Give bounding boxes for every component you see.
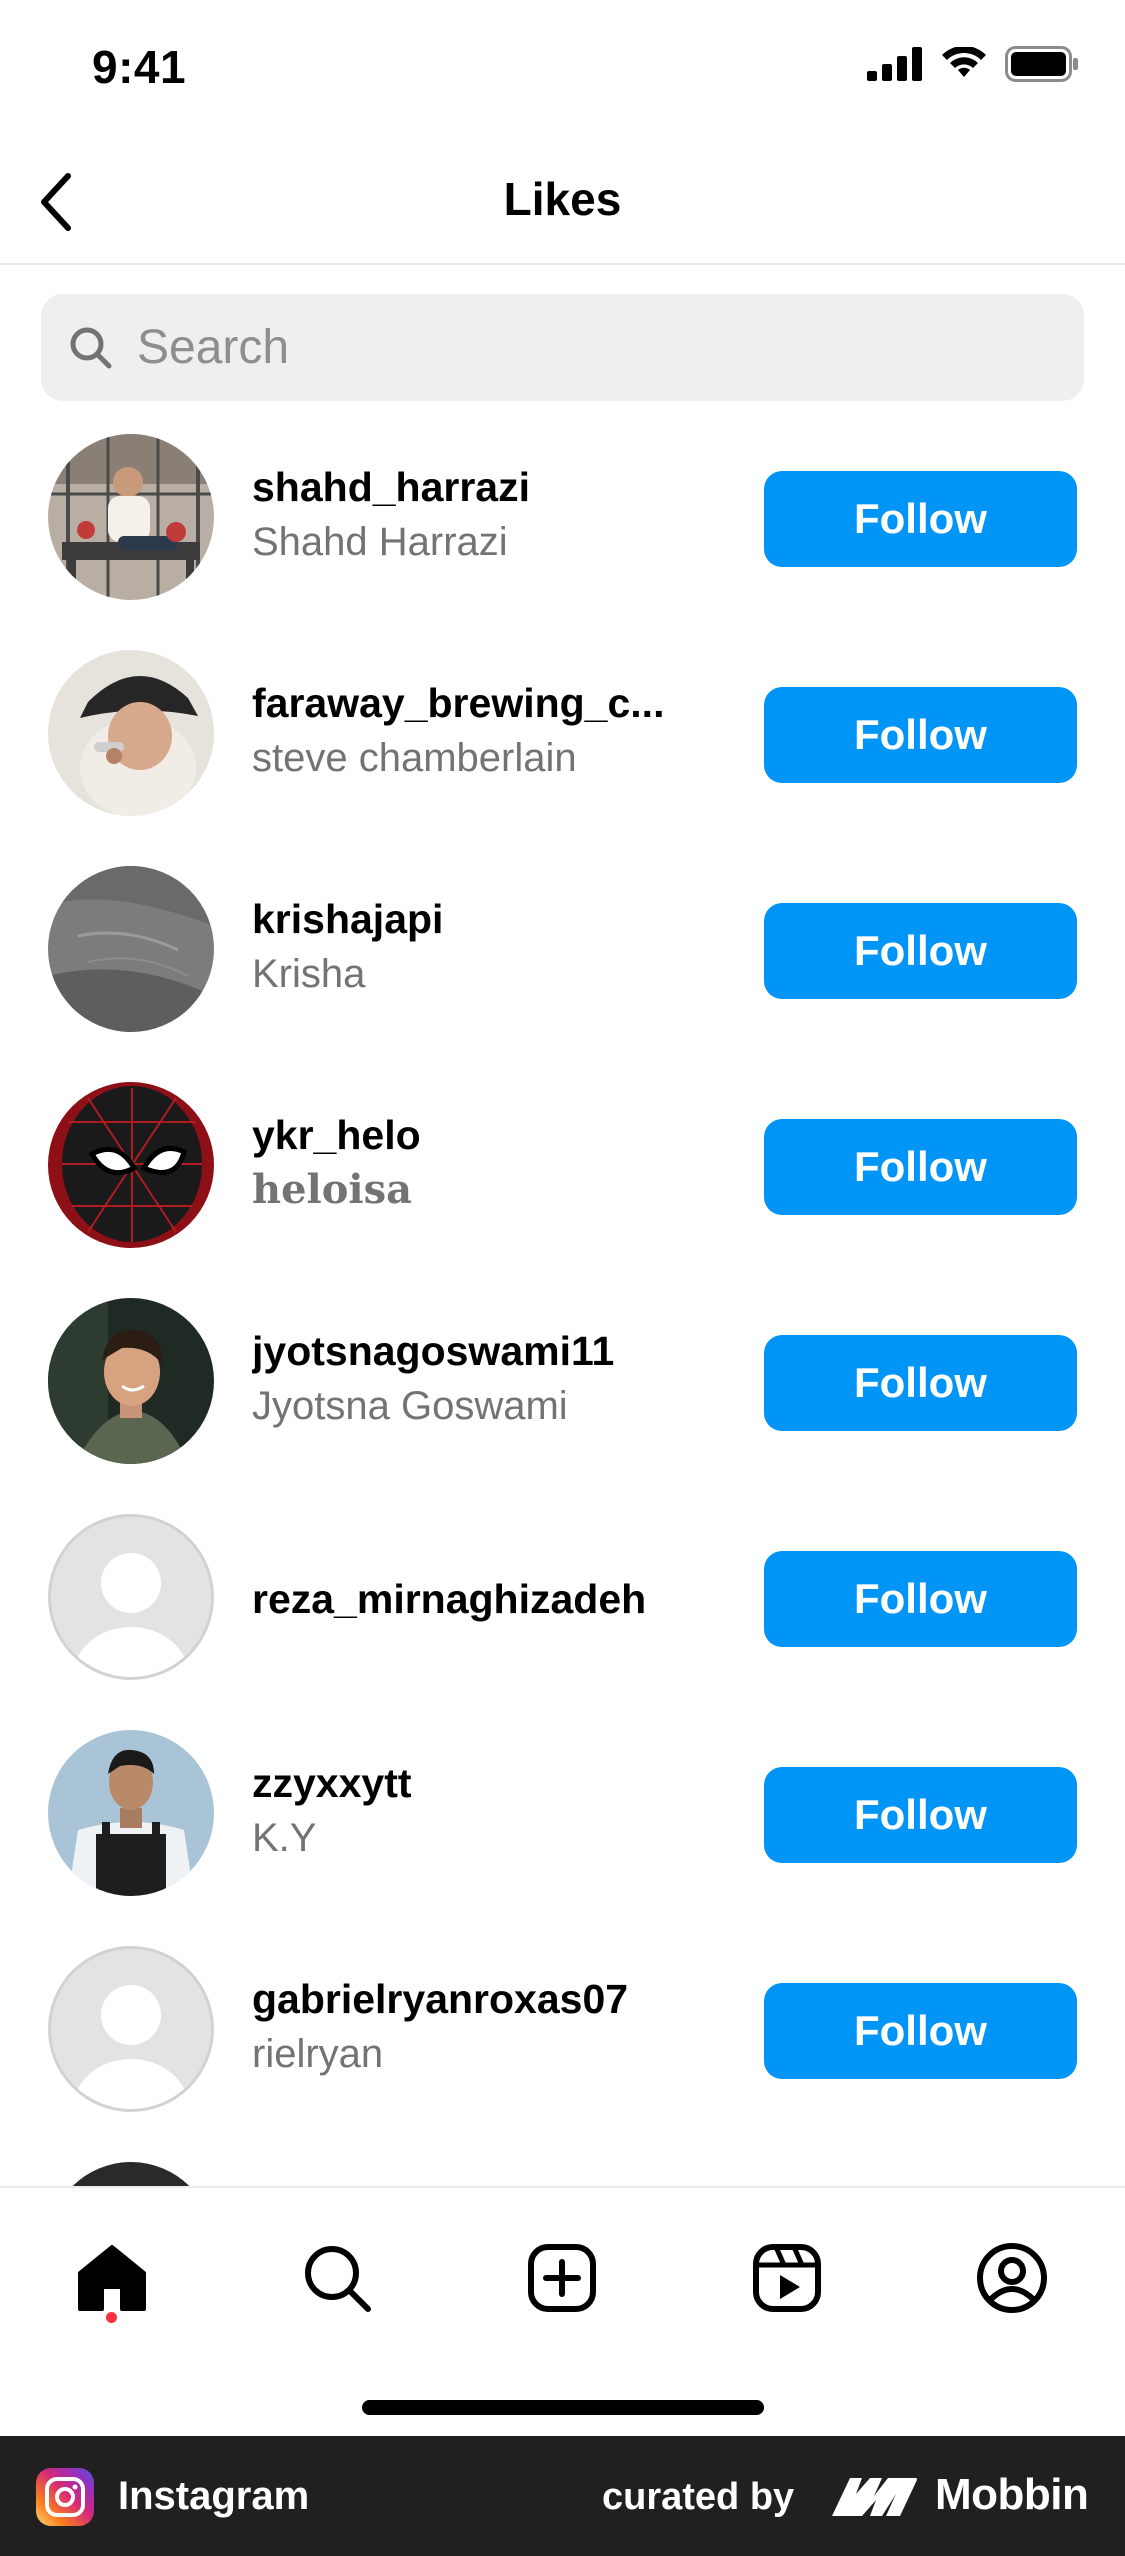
nav-header: Likes xyxy=(0,140,1125,265)
user-names: krishajapi Krisha xyxy=(252,892,692,1002)
user-names: zzyxxytt K.Y xyxy=(252,1756,692,1866)
username[interactable]: jyotsnagoswami11 xyxy=(252,1324,692,1378)
search-input[interactable] xyxy=(137,320,1037,375)
avatar[interactable] xyxy=(48,434,214,600)
tab-profile[interactable] xyxy=(962,2228,1062,2328)
username[interactable]: faraway_brewing_c... xyxy=(252,676,692,730)
avatar[interactable] xyxy=(48,650,214,816)
follow-button[interactable]: Follow xyxy=(764,1767,1077,1863)
avatar-placeholder[interactable] xyxy=(48,1514,214,1680)
status-time: 9:41 xyxy=(92,41,187,93)
status-icons xyxy=(867,46,1079,82)
list-item[interactable]: jyotsnagoswami11 Jyotsna Goswami Follow xyxy=(0,1296,1125,1512)
battery-icon xyxy=(1005,46,1078,82)
avatar-placeholder[interactable] xyxy=(48,1946,214,2112)
search-box[interactable] xyxy=(41,294,1084,401)
user-names: reza_mirnaghizadeh xyxy=(252,1572,692,1626)
list-item[interactable]: krishajapi Krisha Follow xyxy=(0,864,1125,1080)
list-item[interactable]: faraway_brewing_c... steve chamberlain F… xyxy=(0,648,1125,864)
avatar[interactable] xyxy=(48,866,214,1032)
list-item[interactable]: reza_mirnaghizadeh Follow xyxy=(0,1512,1125,1728)
footer-curated-label: curated by xyxy=(602,2476,795,2518)
search-icon xyxy=(305,2246,371,2312)
list-item[interactable]: zzyxxytt K.Y Follow xyxy=(0,1728,1125,1944)
avatar[interactable] xyxy=(48,1082,214,1248)
wifi-icon xyxy=(942,47,986,77)
follow-button[interactable]: Follow xyxy=(764,1119,1077,1215)
user-names: shahd_harrazi Shahd Harrazi xyxy=(252,460,692,570)
tab-search[interactable] xyxy=(287,2228,387,2328)
follow-button[interactable]: Follow xyxy=(764,1335,1077,1431)
user-names: gabrielryanroxas07 rielryan xyxy=(252,1972,692,2082)
full-name: K.Y xyxy=(252,1816,317,1860)
list-item[interactable]: shahd_harrazi Shahd Harrazi Follow xyxy=(0,432,1125,648)
username[interactable]: zzyxxytt xyxy=(252,1756,692,1810)
likes-list[interactable]: shahd_harrazi Shahd Harrazi Follow faraw… xyxy=(0,432,1125,2186)
follow-button[interactable]: Follow xyxy=(764,1551,1077,1647)
full-name: Jyotsna Goswami xyxy=(252,1384,568,1428)
mobbin-logo-icon xyxy=(832,2478,917,2516)
list-item-partial[interactable] xyxy=(0,2160,1125,2186)
home-indicator xyxy=(362,2400,764,2415)
footer-app-name: Instagram xyxy=(118,2474,310,2518)
reels-icon xyxy=(753,2244,821,2312)
home-icon xyxy=(78,2245,146,2311)
full-name: Krisha xyxy=(252,952,366,996)
username[interactable]: krishajapi xyxy=(252,892,692,946)
username[interactable]: ykr_helo xyxy=(252,1108,692,1162)
create-icon xyxy=(528,2244,596,2312)
avatar[interactable] xyxy=(48,1298,214,1464)
profile-icon xyxy=(977,2243,1047,2313)
tab-create[interactable] xyxy=(512,2228,612,2328)
footer-bar: Instagram curated by Mobbin xyxy=(0,2436,1125,2556)
avatar[interactable] xyxy=(48,1730,214,1896)
avatar[interactable] xyxy=(48,2162,214,2186)
full-name: Shahd Harrazi xyxy=(252,520,508,564)
active-tab-dot xyxy=(106,2312,117,2323)
signal-icon xyxy=(867,47,922,81)
tab-reels[interactable] xyxy=(737,2228,837,2328)
list-item[interactable]: ykr_helo heloisa Follow xyxy=(0,1080,1125,1296)
user-names: jyotsnagoswami11 Jyotsna Goswami xyxy=(252,1324,692,1434)
follow-button[interactable]: Follow xyxy=(764,903,1077,999)
tab-bar xyxy=(0,2186,1125,2436)
search-icon xyxy=(67,324,115,372)
user-names: ykr_helo heloisa xyxy=(252,1108,692,1218)
instagram-logo-icon xyxy=(36,2468,94,2526)
username[interactable]: gabrielryanroxas07 xyxy=(252,1972,692,2026)
full-name: steve chamberlain xyxy=(252,736,577,780)
username[interactable]: reza_mirnaghizadeh xyxy=(252,1572,692,1626)
page-title: Likes xyxy=(503,173,622,225)
username[interactable]: shahd_harrazi xyxy=(252,460,692,514)
follow-button[interactable]: Follow xyxy=(764,1983,1077,2079)
status-bar: 9:41 xyxy=(0,0,1125,140)
user-names: faraway_brewing_c... steve chamberlain xyxy=(252,676,692,786)
full-name: rielryan xyxy=(252,2032,384,2076)
follow-button[interactable]: Follow xyxy=(764,471,1077,567)
list-item[interactable]: gabrielryanroxas07 rielryan Follow xyxy=(0,1944,1125,2160)
full-name: heloisa xyxy=(252,1166,413,1213)
footer-brand: Mobbin xyxy=(935,2470,1089,2519)
follow-button[interactable]: Follow xyxy=(764,687,1077,783)
